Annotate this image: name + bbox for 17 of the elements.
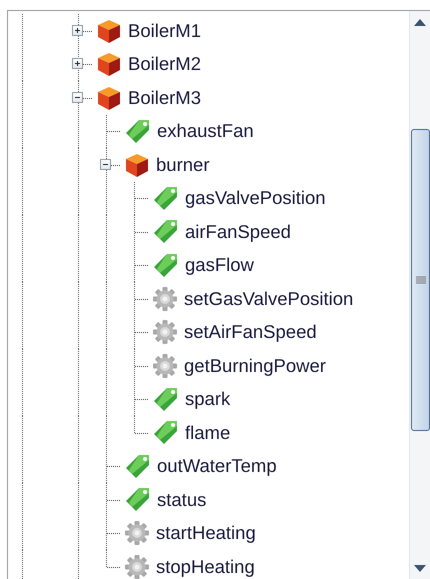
- tree-item[interactable]: airFanSpeed: [185, 222, 291, 242]
- tree-item[interactable]: flame: [185, 422, 230, 443]
- tree-item[interactable]: exhaustFan: [157, 121, 254, 142]
- tree-item[interactable]: spark: [185, 389, 230, 410]
- tree-item[interactable]: BoilerM2: [128, 54, 201, 74]
- tree-item[interactable]: setAirFanSpeed: [184, 322, 317, 342]
- tree-item[interactable]: gasValvePosition: [185, 188, 326, 208]
- tree-item[interactable]: status: [157, 490, 206, 510]
- tree-item[interactable]: getBurningPower: [184, 356, 326, 376]
- tree-item[interactable]: gasFlow: [185, 255, 254, 276]
- tree-item[interactable]: startHeating: [156, 523, 256, 544]
- tree-item[interactable]: outWaterTemp: [157, 456, 277, 476]
- tree-item[interactable]: stopHeating: [156, 556, 255, 577]
- tree-item[interactable]: BoilerM3: [128, 88, 201, 108]
- tree-item[interactable]: BoilerM1: [128, 20, 201, 41]
- tree-item[interactable]: setGasValvePosition: [184, 288, 354, 309]
- tree-item[interactable]: burner: [156, 154, 210, 175]
